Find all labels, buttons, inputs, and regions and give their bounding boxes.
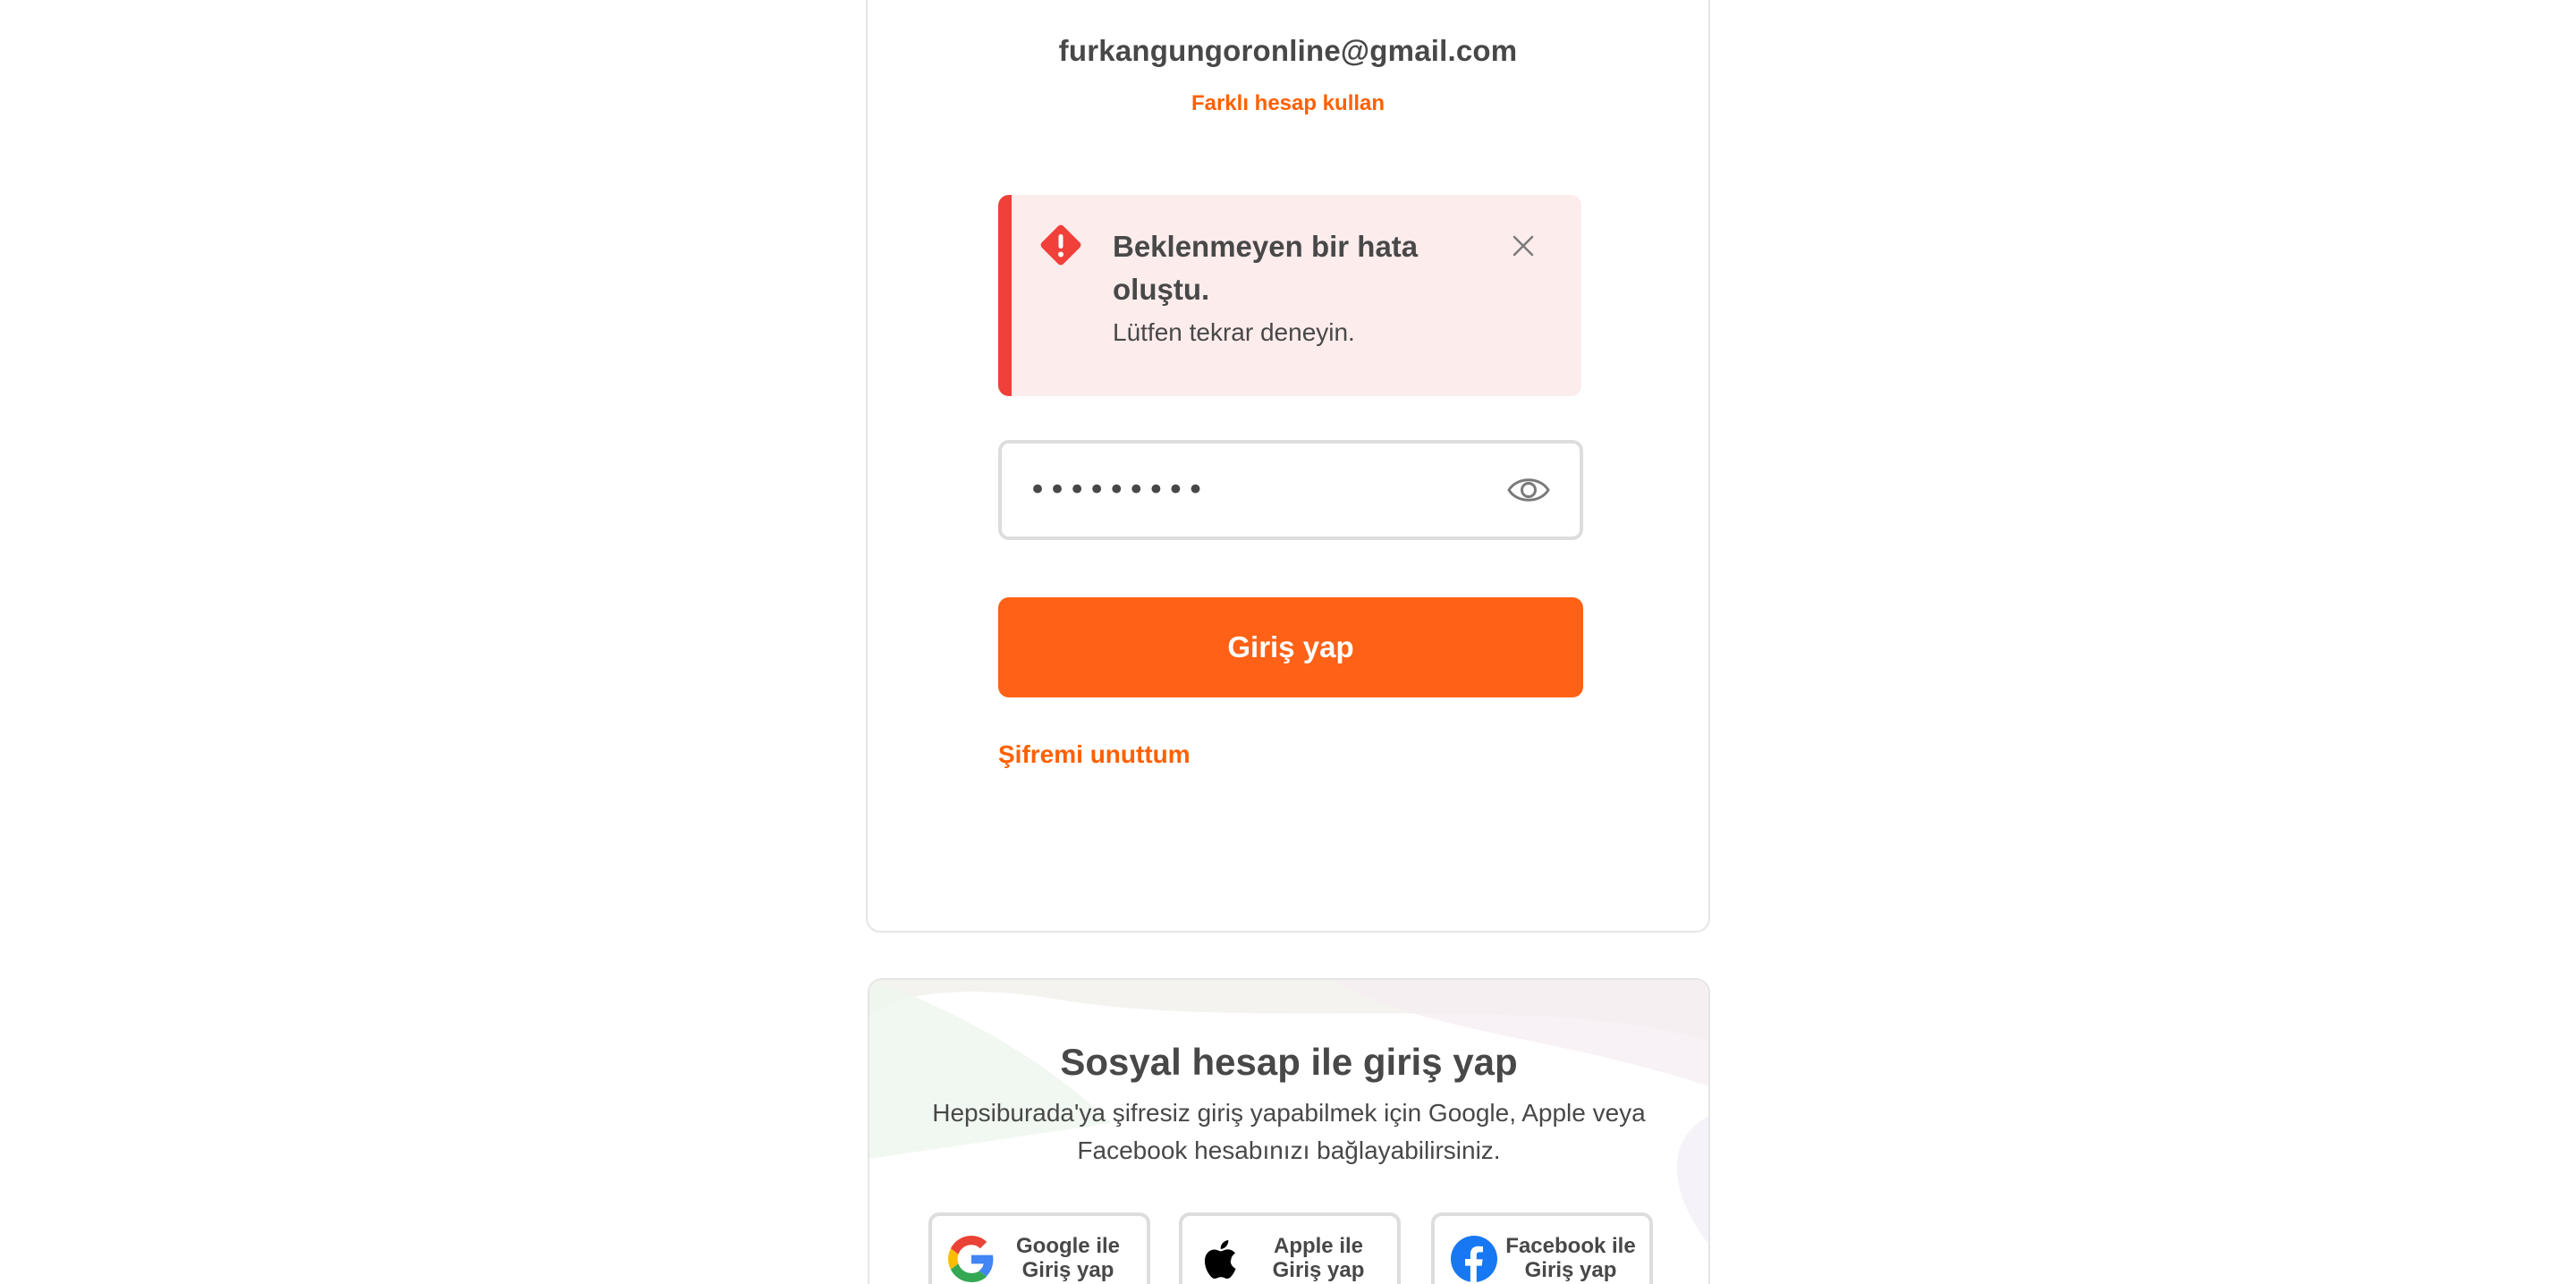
facebook-icon (1451, 1236, 1497, 1282)
alert-message: Lütfen tekrar deneyin. (1113, 318, 1355, 346)
social-login-card: Sosyal hesap ile giriş yap Hepsiburada'y… (868, 978, 1710, 1284)
switch-account-link[interactable]: Farklı hesap kullan (868, 91, 1708, 116)
account-email: furkangungoronline@gmail.com (1058, 34, 1518, 67)
login-card: furkangungoronline@gmail.com Farklı hesa… (866, 0, 1710, 933)
forgot-password-link[interactable]: Şifremi unuttum (998, 740, 1191, 769)
google-login-button[interactable]: Google ile Giriş yap (928, 1212, 1150, 1284)
facebook-login-label: Facebook ile Giriş yap (1505, 1234, 1636, 1282)
close-icon[interactable] (1510, 232, 1537, 259)
social-description: Hepsiburada'ya şifresiz giriş yapabilmek… (932, 1099, 1646, 1164)
apple-icon (1204, 1239, 1236, 1279)
google-icon (948, 1236, 994, 1282)
alert-title: Beklenmeyen bir hata oluştu. (1113, 230, 1419, 306)
google-login-label: Google ile Giriş yap (1015, 1234, 1120, 1282)
password-input[interactable]: ••••••••• (998, 440, 1583, 540)
login-page: furkangungoronline@gmail.com Farklı hesa… (0, 0, 2576, 1284)
login-button[interactable]: Giriş yap (998, 597, 1583, 697)
social-title: Sosyal hesap ile giriş yap (1060, 1041, 1518, 1083)
eye-icon[interactable] (1506, 471, 1551, 509)
facebook-login-button[interactable]: Facebook ile Giriş yap (1431, 1212, 1653, 1284)
error-alert: Beklenmeyen bir hata oluştu. Lütfen tekr… (998, 195, 1581, 396)
alert-accent-bar (998, 195, 1012, 396)
password-value: ••••••••• (1029, 472, 1207, 508)
apple-login-button[interactable]: Apple ile Giriş yap (1179, 1212, 1401, 1284)
warning-diamond-icon (1040, 224, 1081, 266)
apple-login-label: Apple ile Giriş yap (1272, 1234, 1365, 1282)
